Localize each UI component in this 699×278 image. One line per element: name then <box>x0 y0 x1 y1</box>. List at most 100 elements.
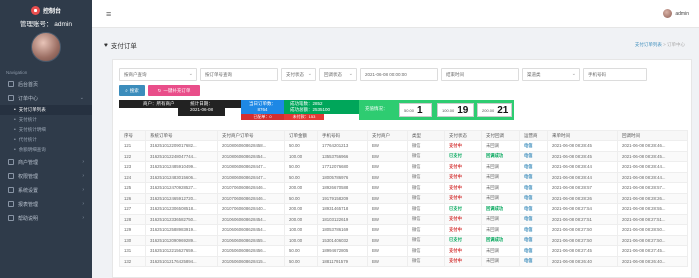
column-header[interactable]: 运营商 <box>519 130 548 141</box>
table-cell: 20105060608628415... <box>217 255 285 267</box>
admin-avatar <box>31 32 61 62</box>
column-header[interactable]: 类型 <box>407 130 445 141</box>
column-header[interactable]: 支付状态 <box>444 130 482 141</box>
sidebar-subitem-pay-orders[interactable]: • 支付订单列表 <box>0 105 92 115</box>
table-cell: 18053786169 <box>317 224 368 236</box>
column-header[interactable]: 支付商户订单号 <box>217 130 285 141</box>
breadcrumb: 支付订单列表 > 订单中心 <box>635 42 685 48</box>
sidebar-subitem-balance[interactable]: • 余额明细查询 <box>0 145 92 155</box>
table-cell: 50.00 <box>284 140 318 152</box>
sidebar-item-permissions[interactable]: 权限管理 › <box>0 169 92 183</box>
table-cell: 电信 <box>519 182 548 194</box>
pay-status-select[interactable]: 支付状态 <box>281 68 316 81</box>
table-cell: 2021-06-08 08:28:26... <box>617 192 688 204</box>
table-cell: 316251012485910499... <box>145 161 218 173</box>
table-cell: BW <box>367 150 408 162</box>
table-cell: 122 <box>119 150 146 162</box>
table-cell: 20108060608628458... <box>217 140 285 152</box>
table-cell: 微信 <box>407 150 445 162</box>
table-row[interactable]: 121 316251012209017682... 2010806060862845… <box>119 140 688 152</box>
table-row[interactable]: 124 316251012483015606... 2010806060862844… <box>119 171 688 183</box>
table-row[interactable]: 129 316251012588983919... 2010606060862845… <box>119 224 688 236</box>
table-cell: BW <box>367 161 408 173</box>
sidebar-subitem-pay-stats-detail[interactable]: • 支付统计明细 <box>0 125 92 135</box>
sidebar-subitem-label: 余额明细查询 <box>18 147 46 152</box>
fix-orders-button[interactable]: ↻ 一键补充订单 <box>148 85 200 96</box>
title-bar: ♥ 支付订单 支付订单列表 > 订单中心 <box>92 28 699 58</box>
table-cell: 2021-06-08 08:28:44... <box>617 171 688 183</box>
table-cell: 20106060608628455... <box>217 234 285 246</box>
sidebar-subitem-payout-stats[interactable]: • 代付统计 <box>0 135 92 145</box>
end-time-input[interactable]: 结束时间 <box>441 68 519 81</box>
sidebar-subitem-pay-stats[interactable]: • 支付统计 <box>0 115 92 125</box>
table-cell: 19179158209 <box>317 192 368 204</box>
column-header[interactable]: 支付商户 <box>367 130 408 141</box>
table-cell: 电信 <box>519 192 548 204</box>
table-cell: 2021-06-08 08:28:45 <box>547 140 618 152</box>
table-cell: 316251012215627659... <box>145 245 218 257</box>
sidebar-item-merchants[interactable]: 商户管理 › <box>0 155 92 169</box>
table-cell: BW <box>367 255 408 267</box>
table-row[interactable]: 122 316251012248047744... 2010806060862845… <box>119 150 688 162</box>
sidebar-subitem-label: 代付统计 <box>18 137 37 142</box>
search-icon: ⌕ <box>125 88 128 93</box>
table-cell: 2021-06-08 08:26:40 <box>547 255 618 267</box>
merchant-select[interactable]: 按商户查询 <box>119 68 197 81</box>
table-cell: 20108060608628447... <box>217 161 285 173</box>
recharge-box-200: 200.00 21 <box>477 103 512 117</box>
column-header[interactable]: 来单时间 <box>547 130 618 141</box>
table-cell: 20108060608628447... <box>217 171 285 183</box>
table-cell: 20107060608628440... <box>217 203 285 215</box>
table-row[interactable]: 123 316251012485910499... 2010806060862844… <box>119 161 688 173</box>
sidebar-item-reports[interactable]: 报表管理 › <box>0 197 92 211</box>
sidebar-item-home[interactable]: 后台首页 <box>0 77 92 91</box>
start-time-input[interactable]: 2021-06-08 00:00:00 <box>360 68 438 81</box>
table-row[interactable]: 130 316251012090969289... 2010606060862845… <box>119 234 688 246</box>
table-cell: 2021-06-08 08:27:45... <box>617 245 688 257</box>
table-cell: 支付中 <box>444 213 482 225</box>
column-header[interactable]: 订单金额 <box>284 130 318 141</box>
sidebar: 控制台 管理账号： admin Navigation 后台首页 订单中心 ⌄ •… <box>0 0 92 278</box>
column-header[interactable]: 支付回调 <box>481 130 520 141</box>
table-cell: 2021-06-08 08:27:51... <box>617 213 688 225</box>
reports-icon <box>8 201 14 207</box>
user-menu[interactable]: admin <box>663 9 689 18</box>
phone-input[interactable]: 手机号码 <box>583 68 647 81</box>
channel-select[interactable]: 渠道类 <box>522 68 580 81</box>
recharge-label: 充值情况： <box>365 106 388 111</box>
sidebar-item-settings[interactable]: 系统设置 › <box>0 183 92 197</box>
recharge-amount: 50.00 <box>404 107 415 113</box>
table-row[interactable]: 127 316251012306508518... 2010706060862844… <box>119 203 688 215</box>
unpaid-stat: 未付款：153 <box>284 114 324 120</box>
order-no-input[interactable]: 按订单号查询 <box>200 68 278 81</box>
column-header[interactable]: 序号 <box>119 130 146 141</box>
sidebar-item-help[interactable]: 帮助说明 › <box>0 211 92 225</box>
callback-status-select[interactable]: 回调状态 <box>319 68 357 81</box>
recharge-box-50: 50.00 1 <box>399 103 432 117</box>
table-cell: 2021-06-08 08:27:50... <box>617 234 688 246</box>
table-row[interactable]: 132 316251012176425894... 2010506060862841… <box>119 255 688 267</box>
column-header[interactable]: 系统订单号 <box>145 130 218 141</box>
column-header[interactable]: 回调时间 <box>617 130 688 141</box>
table-cell: 316251012465912720... <box>145 192 218 204</box>
table-cell: 126 <box>119 192 146 204</box>
table-row[interactable]: 126 316251012465912720... 2010706060862844… <box>119 192 688 204</box>
column-header[interactable]: 手机号码 <box>317 130 368 141</box>
table-cell: BW <box>367 203 408 215</box>
stats-row: 商户：所有商户 统计日期： 2021-06-08 当日订单数： 8764 成功笔… <box>119 100 679 120</box>
home-icon <box>8 81 14 87</box>
menu-toggle-icon[interactable]: ≡ <box>106 9 111 19</box>
orders-table: 序号 系统订单号 支付商户订单号 订单金额 手机号码 支付商户 类型 支付状态 支付回调 运营商来… <box>119 130 688 267</box>
table-cell: 20107060608628446... <box>217 182 285 194</box>
chevron-right-icon: › <box>82 201 84 207</box>
table-cell: 微信 <box>407 182 445 194</box>
page-title-text: 支付订单 <box>110 43 137 50</box>
table-row[interactable]: 131 316251012215627659... 2010506060862845… <box>119 245 688 257</box>
table-cell: 200.00 <box>284 213 318 225</box>
sidebar-item-orders[interactable]: 订单中心 ⌄ <box>0 91 92 105</box>
table-row[interactable]: 125 316251012470928527... 2010706060862844… <box>119 182 688 194</box>
table-row[interactable]: 128 316251012336582750... 2010606060862845… <box>119 213 688 225</box>
search-button[interactable]: ⌕ 搜索 <box>119 85 145 96</box>
table-cell: 微信 <box>407 140 445 152</box>
breadcrumb-link[interactable]: 支付订单列表 <box>635 42 662 47</box>
